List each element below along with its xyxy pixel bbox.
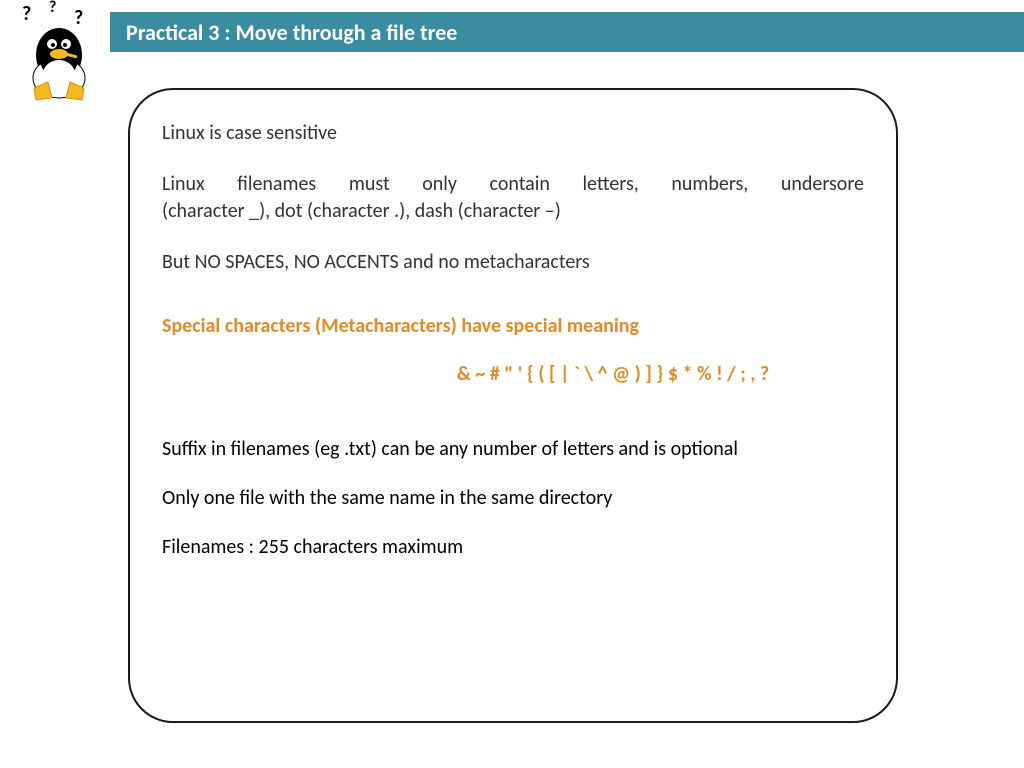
metacharacters-list: & ~ # " ' { ( [ | ` \ ^ @ ) ] } $ * % ! … [162, 362, 864, 386]
svg-text:?: ? [49, 0, 56, 17]
slide-title: Practical 3 : Move through a file tree [126, 19, 457, 46]
text-filenames-a: Linux filenames must only contain letter… [162, 171, 864, 198]
text-case-sensitive: Linux is case sensitive [162, 120, 864, 147]
svg-text:?: ? [74, 6, 83, 30]
text-unique-name: Only one file with the same name in the … [162, 485, 864, 512]
svg-text:?: ? [22, 2, 31, 26]
heading-metacharacters: Special characters (Metacharacters) have… [162, 314, 864, 338]
text-suffix: Suffix in filenames (eg .txt) can be any… [162, 436, 864, 463]
text-max-length: Filenames : 255 characters maximum [162, 534, 864, 561]
tux-logo: ? ? ? [14, 0, 104, 105]
slide-title-bar: Practical 3 : Move through a file tree [110, 12, 1024, 52]
text-no-spaces: But NO SPACES, NO ACCENTS and no metacha… [162, 249, 864, 276]
content-box: Linux is case sensitive Linux filenames … [128, 88, 898, 723]
text-filenames-b: (character _), dot (character .), dash (… [162, 198, 864, 225]
